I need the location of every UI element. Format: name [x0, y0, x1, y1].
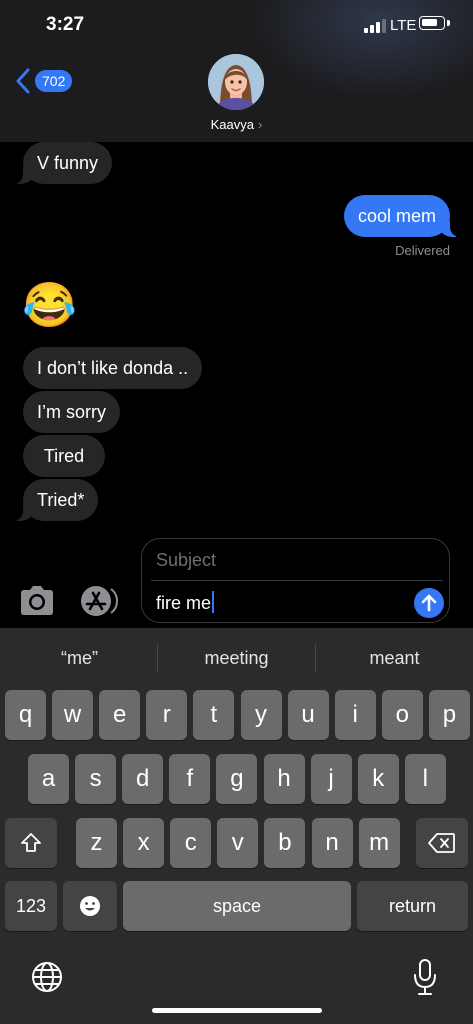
bubble-tail — [438, 221, 464, 237]
key-u[interactable]: u — [287, 690, 329, 740]
numbers-key[interactable]: 123 — [5, 881, 57, 931]
message-received[interactable]: I don’t like donda .. — [23, 347, 203, 389]
key-g[interactable]: g — [216, 754, 258, 804]
message-composer[interactable]: Subject fire me — [141, 538, 450, 623]
bubble-tail — [9, 168, 35, 184]
message-input-text: fire me — [156, 593, 212, 613]
message-received[interactable]: Tired — [23, 435, 105, 477]
unread-count-badge: 702 — [35, 70, 73, 92]
contact-avatar[interactable] — [208, 54, 264, 110]
key-o[interactable]: o — [381, 690, 423, 740]
shift-icon — [21, 833, 41, 852]
delivery-status: Delivered — [395, 243, 450, 258]
message-received[interactable]: I’m sorry — [23, 391, 120, 433]
bubble-tail — [9, 505, 35, 521]
key-x[interactable]: x — [123, 818, 165, 868]
text-caret — [212, 591, 215, 613]
app-store-icon[interactable] — [79, 585, 119, 617]
message-text: Tired — [43, 446, 85, 466]
emoji-key[interactable] — [63, 881, 117, 931]
key-q[interactable]: q — [5, 690, 46, 740]
key-f[interactable]: f — [169, 754, 211, 804]
header-glow — [250, 0, 473, 100]
key-r[interactable]: r — [146, 690, 188, 740]
key-t[interactable]: t — [193, 690, 235, 740]
battery-icon — [419, 16, 445, 30]
delete-icon — [428, 833, 455, 853]
network-type: LTE — [390, 17, 417, 34]
globe-icon[interactable] — [30, 960, 64, 994]
message-received[interactable]: V funny — [9, 142, 113, 184]
message-sent[interactable]: cool mem — [343, 195, 464, 237]
message-text: I’m sorry — [37, 402, 106, 422]
key-h[interactable]: h — [263, 754, 305, 804]
shift-key[interactable] — [5, 818, 57, 868]
memoji-avatar — [208, 54, 264, 110]
signal-icon — [364, 19, 386, 33]
message-text: I don’t like donda .. — [37, 358, 189, 378]
arrow-up-icon — [421, 594, 437, 612]
message-received[interactable]: Tried* — [9, 479, 99, 521]
space-key[interactable]: space — [123, 881, 351, 931]
key-m[interactable]: m — [358, 818, 400, 868]
message-text: V funny — [37, 153, 99, 173]
message-input[interactable]: fire me — [156, 591, 215, 614]
key-c[interactable]: c — [170, 818, 212, 868]
key-y[interactable]: y — [240, 690, 282, 740]
contact-name: Kaavya — [210, 117, 255, 132]
status-time: 3:27 — [46, 14, 85, 35]
key-j[interactable]: j — [310, 754, 352, 804]
delete-key[interactable] — [416, 818, 468, 868]
back-button[interactable]: 702 — [16, 66, 76, 98]
home-indicator — [152, 1008, 322, 1013]
key-v[interactable]: v — [217, 818, 259, 868]
key-s[interactable]: s — [75, 754, 117, 804]
message-text: cool mem — [357, 206, 436, 226]
key-e[interactable]: e — [99, 690, 141, 740]
message-emoji[interactable]: 😂 — [22, 280, 77, 332]
camera-icon[interactable] — [18, 585, 56, 617]
suggestion-2[interactable]: meeting — [158, 628, 315, 688]
conversation-header: 3:27 LTE 702 Kaavya › — [0, 0, 473, 142]
key-n[interactable]: n — [311, 818, 353, 868]
key-z[interactable]: z — [76, 818, 117, 868]
suggestion-1[interactable]: “me” — [1, 628, 158, 688]
microphone-icon[interactable] — [412, 958, 438, 996]
chevron-right-icon: › — [258, 117, 263, 132]
key-d[interactable]: d — [122, 754, 164, 804]
key-b[interactable]: b — [264, 818, 306, 868]
key-a[interactable]: a — [28, 754, 69, 804]
key-l[interactable]: l — [404, 754, 446, 804]
keyboard: “me” meeting meant qwertyuiop asdfghjkl … — [0, 628, 473, 1024]
key-w[interactable]: w — [52, 690, 94, 740]
return-key[interactable]: return — [357, 881, 468, 931]
key-k[interactable]: k — [357, 754, 399, 804]
key-p[interactable]: p — [428, 690, 470, 740]
message-text: Tried* — [37, 490, 85, 510]
suggestion-3[interactable]: meant — [316, 628, 473, 688]
contact-name-button[interactable]: Kaavya › — [0, 117, 473, 132]
send-button[interactable] — [414, 588, 444, 618]
battery-cap — [447, 20, 450, 26]
subject-field[interactable]: Subject — [156, 550, 216, 571]
chevron-left-icon — [16, 68, 30, 94]
emoji-icon — [80, 896, 100, 916]
composer-divider — [151, 580, 443, 581]
key-i[interactable]: i — [334, 690, 376, 740]
